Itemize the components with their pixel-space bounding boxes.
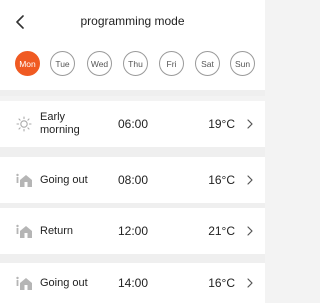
day-tue[interactable]: Tue <box>50 51 75 76</box>
schedule-time: 12:00 <box>118 224 149 238</box>
sun-icon <box>16 116 32 132</box>
section-divider <box>0 90 265 96</box>
schedule-label: Early morning <box>40 111 80 136</box>
schedule-row-return[interactable]: Return 12:00 21°C <box>0 208 265 254</box>
schedule-label: Going out <box>40 173 88 186</box>
schedule-time: 14:00 <box>118 276 149 290</box>
day-thu[interactable]: Thu <box>123 51 148 76</box>
chevron-right-icon <box>247 208 253 254</box>
away-home-icon <box>16 276 32 290</box>
chevron-right-icon <box>247 157 253 203</box>
day-sat[interactable]: Sat <box>195 51 220 76</box>
chevron-right-icon <box>247 263 253 303</box>
page-title: programming mode <box>80 14 185 28</box>
return-home-icon <box>16 224 32 238</box>
schedule-row-early-morning[interactable]: Early morning 06:00 19°C <box>0 101 265 147</box>
away-home-icon <box>16 173 32 187</box>
row-divider <box>0 147 265 157</box>
schedule-label: Return <box>40 224 74 237</box>
day-sun[interactable]: Sun <box>230 51 255 76</box>
day-selector: Mon Tue Wed Thu Fri Sat Sun <box>0 44 265 90</box>
schedule-row-going-out-2[interactable]: Going out 14:00 16°C <box>0 263 265 303</box>
schedule-temperature: 16°C <box>208 276 235 290</box>
day-fri[interactable]: Fri <box>159 51 184 76</box>
header-bar: programming mode <box>0 0 265 44</box>
schedule-row-going-out[interactable]: Going out 08:00 16°C <box>0 157 265 203</box>
schedule-temperature: 19°C <box>208 117 235 131</box>
schedule-label: Going out <box>40 276 88 289</box>
schedule-temperature: 21°C <box>208 224 235 238</box>
chevron-right-icon <box>247 101 253 147</box>
day-wed[interactable]: Wed <box>87 51 112 76</box>
schedule-time: 06:00 <box>118 117 149 131</box>
day-mon[interactable]: Mon <box>15 51 40 76</box>
row-divider <box>0 254 265 263</box>
schedule-time: 08:00 <box>118 173 149 187</box>
schedule-temperature: 16°C <box>208 173 235 187</box>
